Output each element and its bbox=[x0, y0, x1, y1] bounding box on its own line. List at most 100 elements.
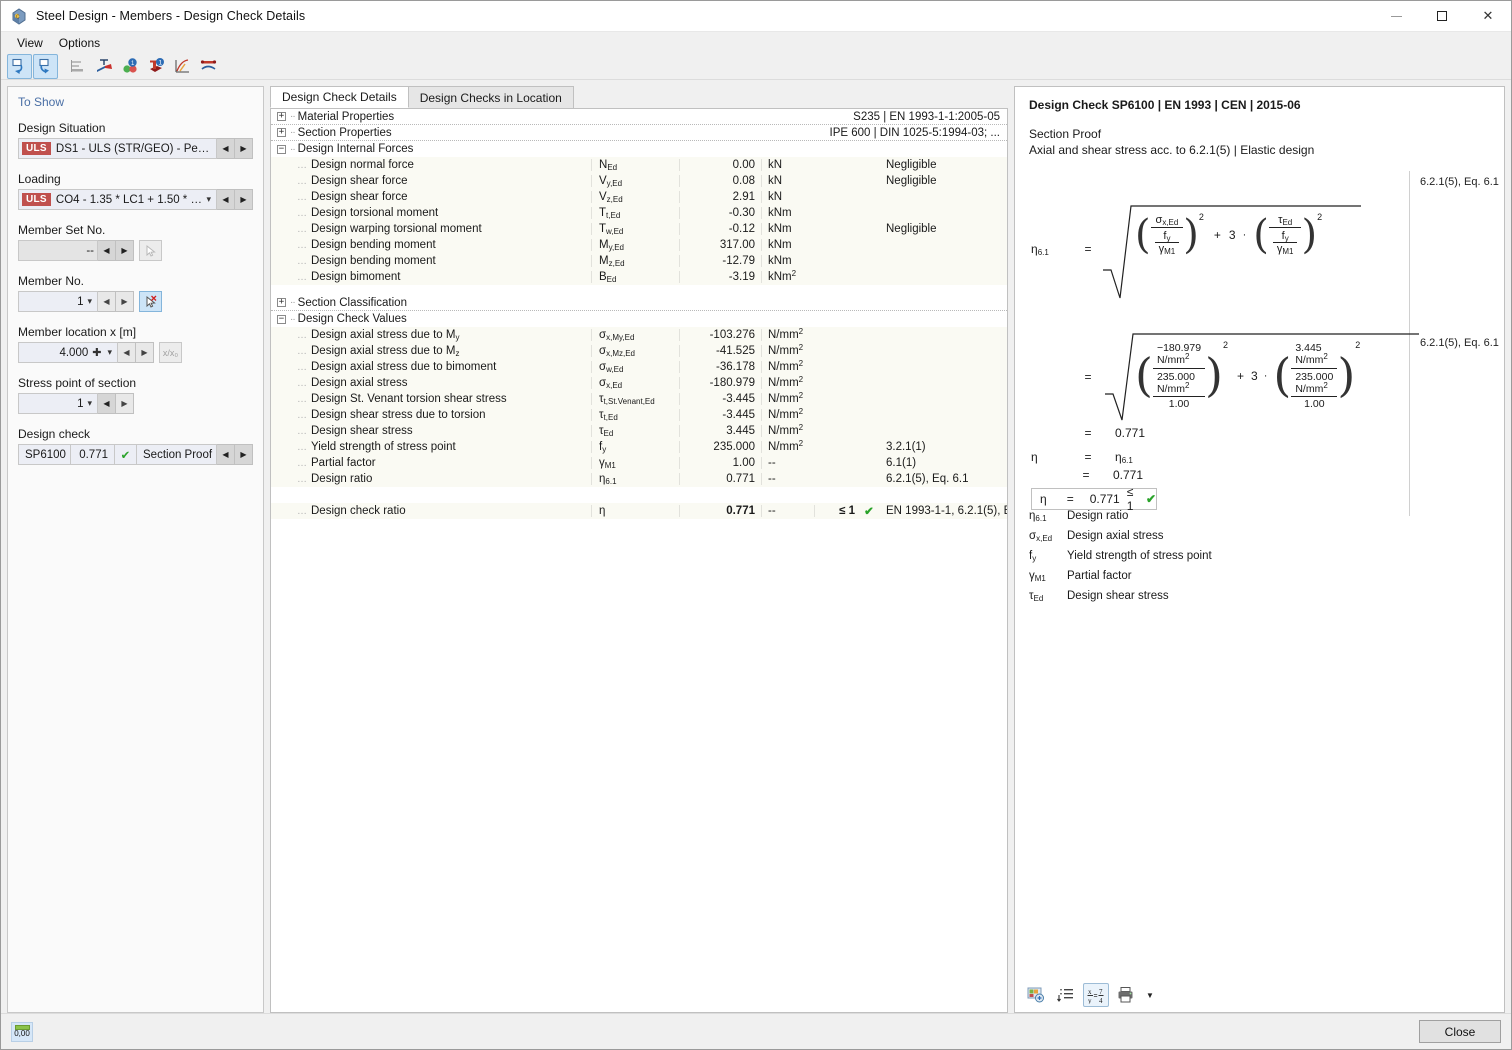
tree-group-material-properties[interactable]: + ·· Material Properties S235 | EN 1993-… bbox=[271, 109, 1007, 125]
tree-group-design-check-values[interactable]: − ·· Design Check Values bbox=[271, 311, 1007, 327]
close-window-button[interactable]: ✕ bbox=[1465, 1, 1511, 32]
design-situation-next-button[interactable]: ▶ bbox=[235, 138, 253, 159]
open-paren-2: ( bbox=[1253, 217, 1269, 253]
row-unit: kNm2 bbox=[761, 271, 814, 283]
tree-group-design-internal-forces[interactable]: − ·· Design Internal Forces bbox=[271, 141, 1007, 157]
loading-value: CO4 - 1.35 * LC1 + 1.50 * LC2 bbox=[56, 194, 203, 206]
main-window: C Steel Design - Members - Design Check … bbox=[0, 0, 1512, 1050]
redo-view-icon[interactable] bbox=[33, 54, 58, 79]
diagram-icon[interactable] bbox=[170, 54, 195, 79]
table-row[interactable]: …Design bimomentBEd-3.19kNm2 bbox=[271, 269, 1007, 285]
detail-settings-icon[interactable] bbox=[1053, 983, 1079, 1007]
member-set-no-label: Member Set No. bbox=[18, 223, 253, 237]
table-row[interactable]: …Design shear forceVz,Ed2.91kN bbox=[271, 189, 1007, 205]
table-row[interactable]: …Design bending momentMz,Ed-12.79kNm bbox=[271, 253, 1007, 269]
member-pick-icon[interactable] bbox=[139, 291, 162, 312]
tree-group-section-properties[interactable]: + ·· Section Properties IPE 600 | DIN 10… bbox=[271, 125, 1007, 141]
print-icon[interactable] bbox=[1113, 983, 1139, 1007]
app-icon: C bbox=[10, 7, 28, 25]
row-value: 0.771 bbox=[679, 505, 761, 517]
row-symbol: Mz,Ed bbox=[591, 255, 679, 267]
table-row[interactable]: …Design torsional momentTt,Ed-0.30kNm bbox=[271, 205, 1007, 221]
table-row[interactable]: …Design normal forceNEd0.00kNNegligible bbox=[271, 157, 1007, 173]
loading-combo[interactable]: ULS CO4 - 1.35 * LC1 + 1.50 * LC2 ▾ bbox=[18, 189, 217, 210]
summary-eta: η bbox=[1031, 450, 1073, 464]
design-check-description[interactable]: Section Proof | Ax... bbox=[136, 444, 217, 465]
summary-value: 0.771 bbox=[1113, 468, 1143, 482]
menu-view[interactable]: View bbox=[9, 34, 51, 52]
stress-point-next-button[interactable]: ▶ bbox=[116, 393, 134, 414]
expand-icon[interactable]: + bbox=[277, 298, 286, 307]
tree-group-section-classification[interactable]: + ·· Section Classification bbox=[271, 295, 1007, 311]
table-row[interactable]: …Design shear stressτEd3.445N/mm2 bbox=[271, 423, 1007, 439]
row-symbol: BEd bbox=[591, 271, 679, 283]
member-set-no-prev-button[interactable]: ◀ bbox=[98, 240, 116, 261]
loading-prev-button[interactable]: ◀ bbox=[217, 189, 235, 210]
list-results-icon[interactable] bbox=[66, 54, 91, 79]
row-note: EN 1993-1-1, 6.2.1(5), E... bbox=[879, 505, 1007, 517]
tree-group-label: Section Properties bbox=[298, 127, 392, 139]
member-location-prev-button[interactable]: ◀ bbox=[118, 342, 136, 363]
table-row[interactable]: …Design warping torsional momentTw,Ed-0.… bbox=[271, 221, 1007, 237]
minimize-button[interactable] bbox=[1373, 1, 1419, 32]
collapse-icon[interactable]: − bbox=[277, 145, 286, 154]
design-check-tree[interactable]: + ·· Material Properties S235 | EN 1993-… bbox=[270, 108, 1008, 1013]
row-symbol: Tw,Ed bbox=[591, 223, 679, 235]
member-no-combo[interactable]: 1 ▾ bbox=[18, 291, 98, 312]
table-row[interactable]: …Design check ratioη0.771--≤ 1✔EN 1993-1… bbox=[271, 503, 1007, 519]
table-row[interactable]: …Design ratioη6.10.771--6.2.1(5), Eq. 6.… bbox=[271, 471, 1007, 487]
result-values-icon[interactable]: 1 bbox=[118, 54, 143, 79]
tab-design-checks-in-location[interactable]: Design Checks in Location bbox=[408, 86, 574, 108]
design-check-id[interactable]: SP6100 bbox=[18, 444, 70, 465]
member-location-value: 4.000 bbox=[22, 347, 88, 359]
undo-view-icon[interactable] bbox=[7, 54, 32, 79]
design-info-icon[interactable]: 1 bbox=[144, 54, 169, 79]
member-location-combo[interactable]: 4.000 ✚ ▾ bbox=[18, 342, 118, 363]
legend-description: Yield strength of stress point bbox=[1067, 550, 1212, 562]
summary-equals-2: = bbox=[1071, 468, 1101, 482]
table-row[interactable]: …Yield strength of stress pointfy235.000… bbox=[271, 439, 1007, 455]
expand-icon[interactable]: + bbox=[277, 128, 286, 137]
stress-point-prev-button[interactable]: ◀ bbox=[98, 393, 116, 414]
tree-connector: ·· bbox=[290, 111, 295, 122]
expand-icon[interactable]: + bbox=[277, 112, 286, 121]
close-button[interactable]: Close bbox=[1419, 1020, 1501, 1043]
design-situation-combo[interactable]: ULS DS1 - ULS (STR/GEO) - Permane... bbox=[18, 138, 217, 159]
design-check-prev-button[interactable]: ◀ bbox=[217, 444, 235, 465]
exponent-2: 2 bbox=[1317, 212, 1322, 222]
table-row[interactable]: …Design shear forceVy,Ed0.08kNNegligible bbox=[271, 173, 1007, 189]
table-row[interactable]: …Design axial stressσx,Ed-180.979N/mm2 bbox=[271, 375, 1007, 391]
table-row[interactable]: …Design St. Venant torsion shear stressτ… bbox=[271, 391, 1007, 407]
section-stress-icon[interactable] bbox=[92, 54, 117, 79]
table-row[interactable]: …Partial factorγM11.00--6.1(1) bbox=[271, 455, 1007, 471]
table-row[interactable]: …Design axial stress due to Mzσx,Mz,Ed-4… bbox=[271, 343, 1007, 359]
row-value: -3.19 bbox=[679, 271, 761, 283]
collapse-icon[interactable]: − bbox=[277, 315, 286, 324]
fraction-numerator: σx,Ed bbox=[1152, 214, 1183, 227]
table-row[interactable]: …Design shear stress due to torsionτt,Ed… bbox=[271, 407, 1007, 423]
relative-location-toggle[interactable]: x/x₀ bbox=[159, 342, 182, 363]
member-set-pick-icon[interactable] bbox=[139, 240, 162, 261]
table-row[interactable]: …Design axial stress due to bimomentσw,E… bbox=[271, 359, 1007, 375]
member-no-prev-button[interactable]: ◀ bbox=[98, 291, 116, 312]
member-set-no-input[interactable]: -- bbox=[18, 240, 98, 261]
member-set-no-next-button[interactable]: ▶ bbox=[116, 240, 134, 261]
maximize-button[interactable] bbox=[1419, 1, 1465, 32]
stress-point-combo[interactable]: 1 ▾ bbox=[18, 393, 98, 414]
member-diagram-icon[interactable] bbox=[196, 54, 221, 79]
design-situation-prev-button[interactable]: ◀ bbox=[217, 138, 235, 159]
member-no-next-button[interactable]: ▶ bbox=[116, 291, 134, 312]
member-location-next-button[interactable]: ▶ bbox=[136, 342, 154, 363]
show-values-icon[interactable]: x y = 7 4 bbox=[1083, 983, 1109, 1007]
design-check-next-button[interactable]: ▶ bbox=[235, 444, 253, 465]
design-check-ratio[interactable]: 0.771 bbox=[70, 444, 114, 465]
loading-next-button[interactable]: ▶ bbox=[235, 189, 253, 210]
copy-image-icon[interactable] bbox=[1023, 983, 1049, 1007]
menu-options[interactable]: Options bbox=[51, 34, 108, 52]
tree-connector: ·· bbox=[290, 297, 295, 308]
units-settings-icon[interactable]: 0,00 bbox=[11, 1022, 33, 1042]
table-row[interactable]: …Design bending momentMy,Ed317.00kNm bbox=[271, 237, 1007, 253]
print-dropdown-icon[interactable]: ▼ bbox=[1143, 983, 1157, 1007]
table-row[interactable]: …Design axial stress due to Myσx,My,Ed-1… bbox=[271, 327, 1007, 343]
tab-design-check-details[interactable]: Design Check Details bbox=[270, 86, 409, 108]
